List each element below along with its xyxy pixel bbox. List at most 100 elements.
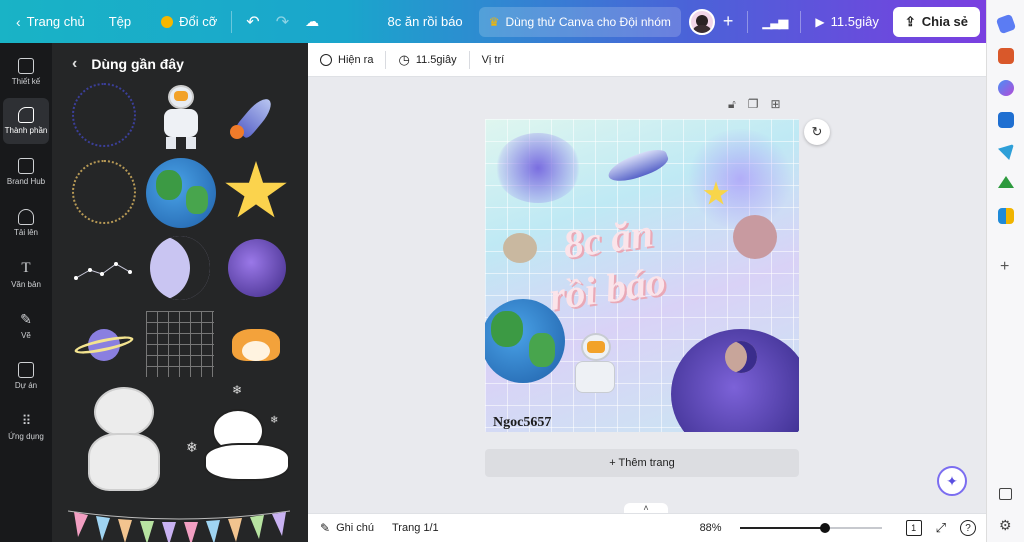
insights-button[interactable]: ▁▃▅ xyxy=(754,7,794,37)
layout-icon xyxy=(18,58,34,74)
element-thumb-shiba[interactable] xyxy=(226,323,286,367)
redo-button[interactable]: ↷ xyxy=(268,7,297,37)
add-page-icon[interactable]: ⊞ xyxy=(771,97,781,112)
app-icon-tree[interactable] xyxy=(998,176,1014,188)
context-toolbar: Hiện ra ◷ 11.5giây Vị trí xyxy=(308,43,986,77)
notes-label: Ghi chú xyxy=(336,522,374,534)
share-button[interactable]: ⇪ Chia sẻ xyxy=(892,6,980,37)
share-label: Chia sẻ xyxy=(921,14,968,29)
app-icon-outlook[interactable] xyxy=(998,112,1014,128)
element-thumb-moon[interactable] xyxy=(150,236,210,300)
nebula-blob xyxy=(685,129,795,229)
left-nav: Thiết kế Thành phần Brand Hub Tải lên T … xyxy=(0,43,52,542)
position-button[interactable]: Vị trí xyxy=(470,43,517,77)
nav-item-uploads[interactable]: Tải lên xyxy=(3,200,49,246)
panel-header: ‹ Dùng gần đây xyxy=(72,55,184,73)
element-thumb-star[interactable] xyxy=(225,161,287,218)
cloud-upload-icon xyxy=(18,209,34,225)
snowflake-icon: ❄ xyxy=(186,439,198,455)
element-thumb-star-ring[interactable] xyxy=(72,83,136,147)
refresh-button[interactable]: ↻ xyxy=(804,119,830,145)
try-teams-button[interactable]: ♛ Dùng thử Canva cho Đội nhóm xyxy=(478,6,681,37)
astronaut-graphic xyxy=(565,333,625,409)
element-thumb-astronaut[interactable] xyxy=(152,85,210,151)
nav-item-text[interactable]: T Văn bản xyxy=(3,251,49,297)
element-thumb-galaxy-planet[interactable] xyxy=(228,239,286,297)
app-icon-copilot[interactable] xyxy=(998,80,1014,96)
save-status-button[interactable]: ☁ xyxy=(297,7,327,37)
app-icon-toolbox[interactable] xyxy=(998,48,1014,64)
clock-icon: ◷ xyxy=(398,51,410,67)
nav-label: Vẽ xyxy=(21,330,31,340)
plus-icon[interactable]: + xyxy=(1000,258,1009,276)
page-tools: 🔓︎ ❐ ⊞ xyxy=(728,97,781,112)
present-label: 11.5giây xyxy=(830,14,879,29)
canvas-area: 🔓︎ ❐ ⊞ ↻ 8c ăn rồi báo Ngoc5657 + Thêm t… xyxy=(308,77,986,515)
nav-item-projects[interactable]: Dự án xyxy=(3,353,49,399)
notes-icon: ✎ xyxy=(320,521,331,535)
element-thumb-polar-bear-lying[interactable] xyxy=(202,409,294,485)
lock-icon[interactable]: 🔓︎ xyxy=(728,97,736,112)
position-label: Vị trí xyxy=(481,53,505,66)
duplicate-icon[interactable]: ❐ xyxy=(748,97,759,112)
bunting-icon xyxy=(67,510,291,542)
sidebar-toggle-icon[interactable] xyxy=(999,488,1012,500)
design-page[interactable]: 8c ăn rồi báo Ngoc5657 xyxy=(485,119,799,432)
home-button[interactable]: ‹ Trang chủ xyxy=(8,7,93,37)
back-chevron-icon[interactable]: ‹ xyxy=(72,55,77,73)
app-icon-h[interactable] xyxy=(998,208,1014,224)
nav-label: Văn bản xyxy=(11,279,41,289)
add-page-button[interactable]: + Thêm trang xyxy=(485,449,799,477)
add-collaborator-button[interactable]: + xyxy=(715,7,742,37)
element-thumb-constellation[interactable] xyxy=(72,248,136,288)
nav-item-apps[interactable]: ⠿ Ứng dụng xyxy=(3,404,49,450)
zoom-fill xyxy=(739,527,825,529)
app-icon-tag[interactable] xyxy=(995,13,1017,35)
notes-button[interactable]: ✎ Ghi chú xyxy=(320,521,374,535)
element-thumb-rocket[interactable] xyxy=(228,85,286,147)
fullscreen-button[interactable]: ⤢ xyxy=(936,520,946,536)
element-thumb-polar-bear-sitting[interactable] xyxy=(80,383,168,495)
element-thumb-earth[interactable] xyxy=(146,158,216,228)
planet-saturn xyxy=(503,233,537,263)
refresh-icon: ↻ xyxy=(811,124,823,139)
nebula-blob xyxy=(495,133,581,203)
cloud-check-icon: ☁ xyxy=(305,13,320,29)
page-indicator[interactable]: Trang 1/1 xyxy=(392,522,439,534)
app-icon-send[interactable] xyxy=(998,144,1014,160)
timing-button[interactable]: ◷ 11.5giây xyxy=(386,43,468,77)
gear-icon[interactable]: ⚙ xyxy=(999,517,1012,534)
nav-item-design[interactable]: Thiết kế xyxy=(3,49,49,95)
planet-pink xyxy=(733,215,777,259)
file-menu-button[interactable]: Tệp xyxy=(101,7,139,37)
element-thumb-grid[interactable] xyxy=(146,311,214,377)
element-thumb-saturn[interactable] xyxy=(73,321,135,367)
undo-button[interactable]: ↶ xyxy=(238,7,267,37)
zoom-thumb[interactable] xyxy=(819,523,830,533)
animate-button[interactable]: Hiện ra xyxy=(308,43,385,77)
page-count-button[interactable]: 1 xyxy=(905,520,922,536)
crown-icon xyxy=(161,15,174,28)
avatar[interactable] xyxy=(688,8,715,35)
home-label: Trang chủ xyxy=(26,14,85,29)
signature-text[interactable]: Ngoc5657 xyxy=(493,415,551,431)
animate-label: Hiện ra xyxy=(338,53,374,66)
help-button[interactable]: ? xyxy=(960,520,976,536)
element-thumb-bunting[interactable] xyxy=(67,505,291,542)
nav-item-elements[interactable]: Thành phần xyxy=(3,98,49,144)
nav-item-draw[interactable]: ✎ Vẽ xyxy=(3,302,49,348)
nav-item-brand-hub[interactable]: Brand Hub xyxy=(3,149,49,195)
shapes-icon xyxy=(18,107,34,123)
divider xyxy=(747,10,749,33)
resize-button[interactable]: Đổi cỡ xyxy=(153,7,225,37)
present-button[interactable]: ▶ 11.5giây xyxy=(807,7,886,37)
element-thumb-gold-wreath[interactable] xyxy=(72,160,136,224)
redo-icon: ↷ xyxy=(275,13,290,31)
zoom-slider[interactable] xyxy=(739,522,882,534)
nav-label: Dự án xyxy=(14,381,38,390)
zoom-percentage[interactable]: 88% xyxy=(700,522,722,534)
animate-icon xyxy=(320,53,332,66)
zoom-label: 88% xyxy=(699,522,722,534)
magic-assistant-button[interactable]: ✦ xyxy=(937,466,967,496)
doc-title[interactable]: 8c ăn rồi báo xyxy=(380,7,471,37)
